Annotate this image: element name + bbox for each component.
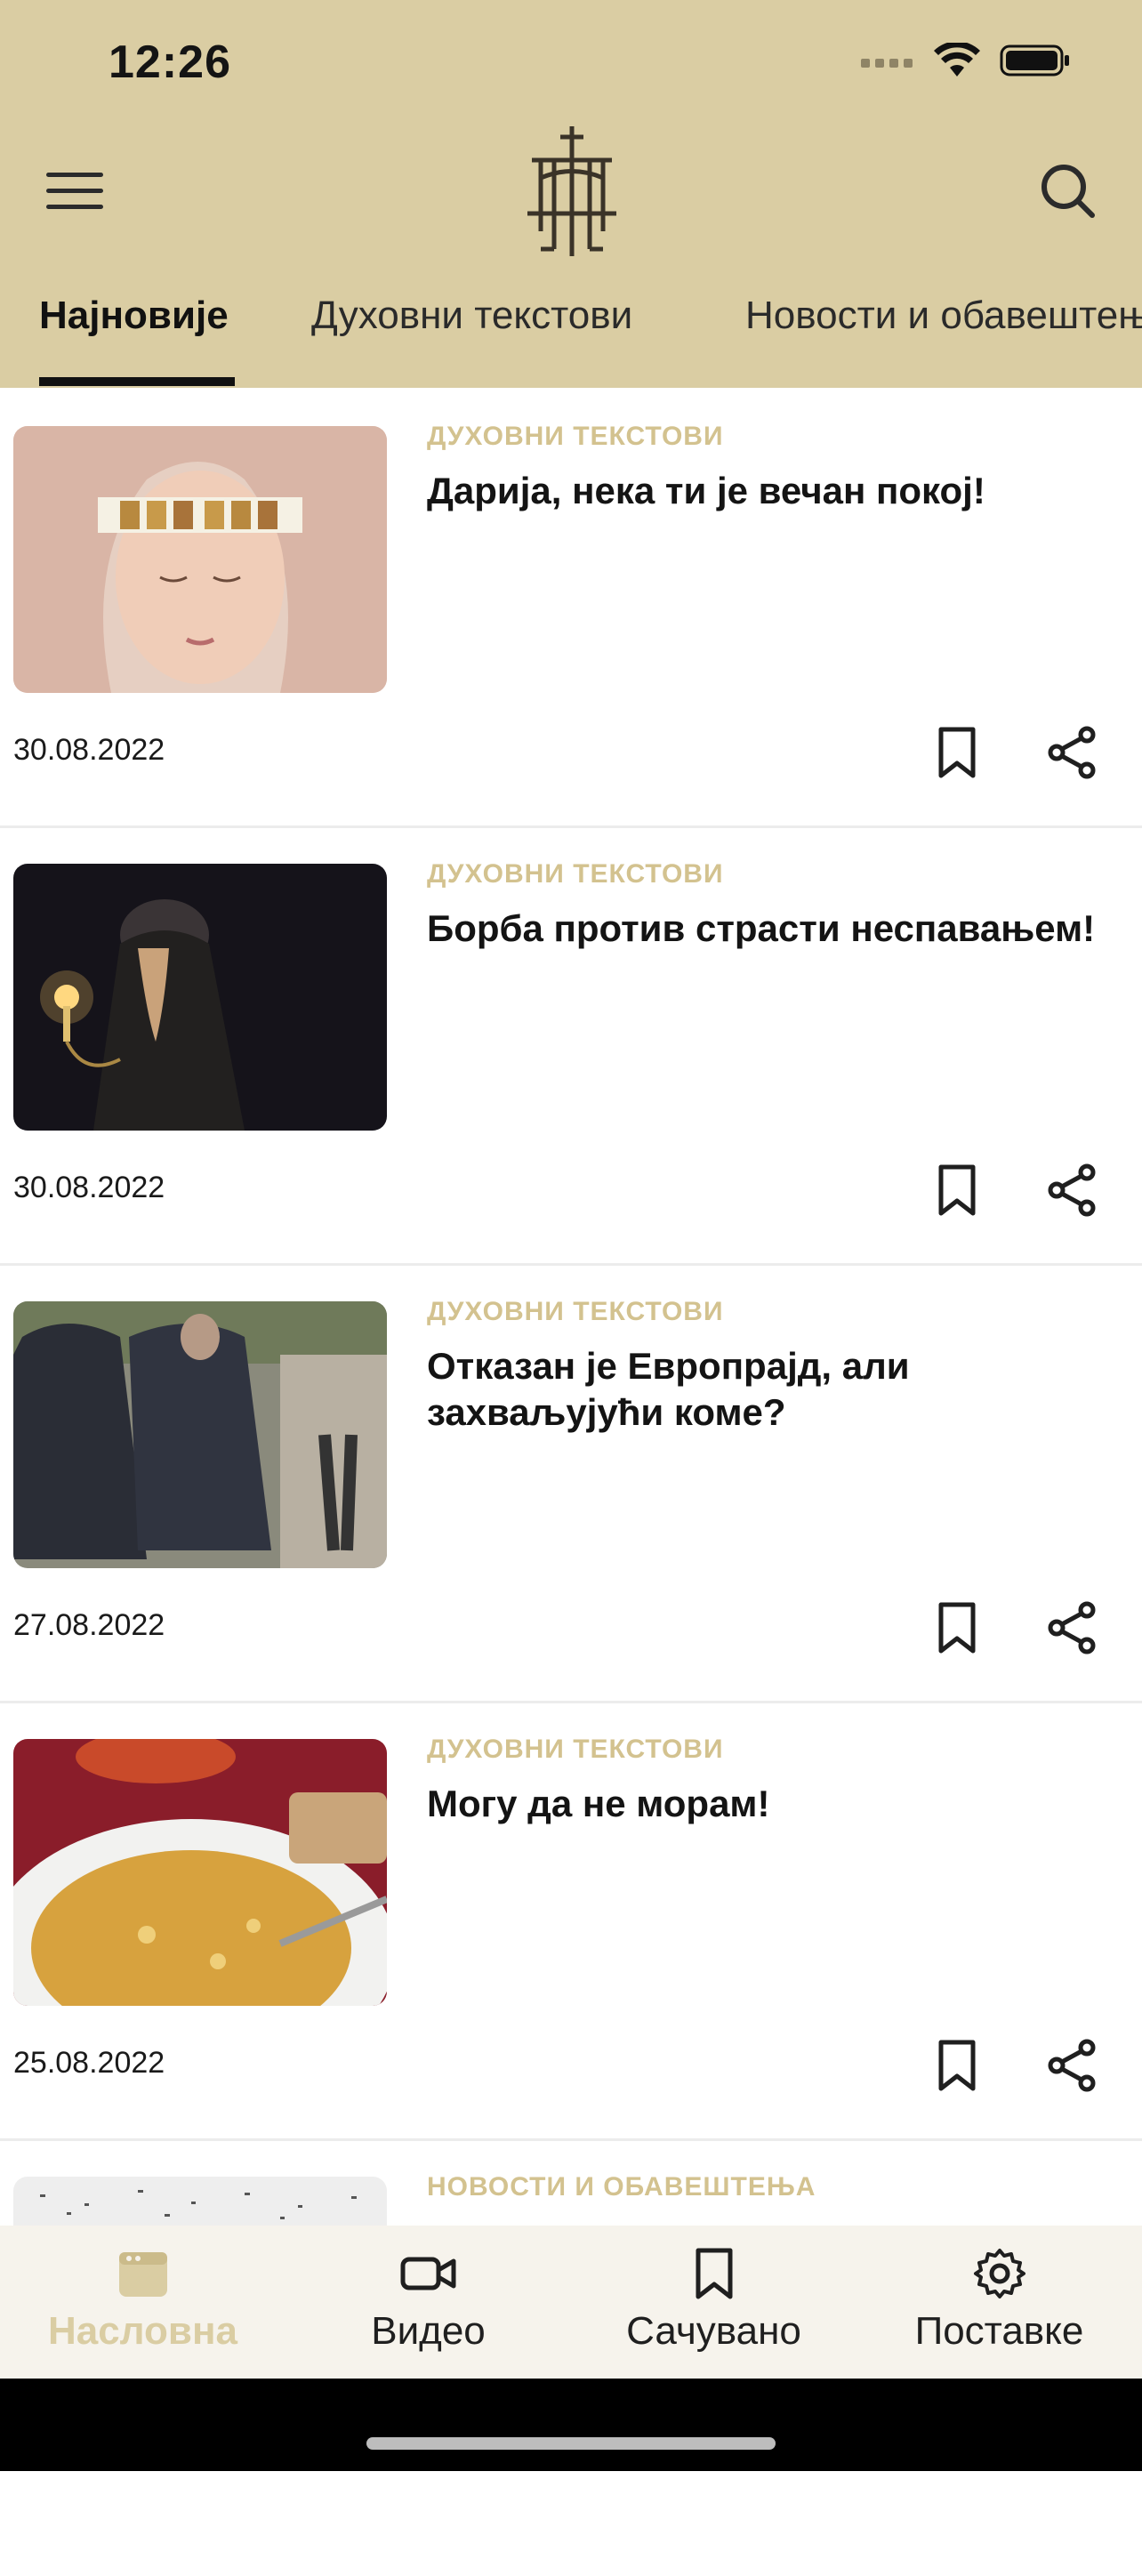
nav-label: Поставке [914, 2309, 1084, 2353]
share-icon[interactable] [1046, 1601, 1098, 1654]
share-icon[interactable] [1046, 2039, 1098, 2092]
article-category: ДУХОВНИ ТЕКСТОВИ [427, 422, 724, 451]
article-title[interactable]: Дарија, нека ти је вечан покој! [427, 468, 1103, 514]
nav-video[interactable]: Видео [286, 2247, 571, 2354]
home-icon [118, 2252, 167, 2297]
share-icon[interactable] [1046, 1163, 1098, 1217]
article-date: 25.08.2022 [13, 2046, 165, 2080]
status-time: 12:26 [109, 36, 231, 88]
article-date: 30.08.2022 [13, 1171, 165, 1204]
app-logo [527, 126, 616, 256]
status-icons [861, 43, 1071, 78]
share-icon[interactable] [1046, 726, 1098, 779]
nav-home[interactable]: Насловна [0, 2247, 286, 2354]
cellular-signal-icon [861, 59, 913, 68]
tab-spiritual-texts[interactable]: Духовни текстови [311, 294, 632, 338]
app-header: 12:26 Најновије Духовни текстови Новости… [0, 0, 1142, 388]
category-tabs: Најновије Духовни текстови Новости и оба… [0, 285, 1142, 388]
nav-label: Сачувано [626, 2309, 801, 2353]
video-icon [400, 2257, 455, 2290]
article-date: 30.08.2022 [13, 733, 165, 767]
article-title[interactable]: Отказан је Европрајд, али захваљујући ко… [427, 1343, 1103, 1436]
active-tab-indicator [39, 377, 235, 386]
article-category: НОВОСТИ И ОБАВЕШТЕЊА [427, 2172, 816, 2202]
article-card[interactable]: ДУХОВНИ ТЕКСТОВИ Дарија, нека ти је веча… [0, 388, 1142, 828]
article-card[interactable]: ДУХОВНИ ТЕКСТОВИ Борба против страсти не… [0, 825, 1142, 1266]
battery-icon [1000, 44, 1069, 76]
article-title[interactable]: Могу да не морам! [427, 1781, 1103, 1827]
gear-icon [973, 2249, 1025, 2298]
article-card[interactable]: ДУХОВНИ ТЕКСТОВИ Отказан је Европрајд, а… [0, 1263, 1142, 1703]
bookmark-icon [696, 2248, 732, 2299]
tab-news[interactable]: Новости и обавештења [745, 294, 1142, 338]
search-icon[interactable] [1037, 160, 1098, 221]
article-thumbnail[interactable] [13, 1739, 387, 2006]
article-title[interactable]: Борба против страсти неспавањем! [427, 906, 1103, 952]
menu-icon[interactable] [44, 169, 105, 213]
wifi-icon [934, 43, 980, 76]
article-category: ДУХОВНИ ТЕКСТОВИ [427, 1735, 724, 1764]
article-category: ДУХОВНИ ТЕКСТОВИ [427, 859, 724, 889]
home-indicator-area [0, 2379, 1142, 2471]
article-category: ДУХОВНИ ТЕКСТОВИ [427, 1297, 724, 1326]
nav-label: Видео [371, 2309, 486, 2353]
article-card[interactable]: ДУХОВНИ ТЕКСТОВИ Могу да не морам! 25.08… [0, 1701, 1142, 2141]
bottom-navigation: Насловна Видео Сачувано Поставке [0, 2226, 1142, 2379]
toolbar [0, 125, 1142, 258]
nav-settings[interactable]: Поставке [856, 2247, 1142, 2354]
tab-latest[interactable]: Најновије [39, 294, 229, 338]
home-indicator[interactable] [366, 2437, 776, 2450]
bookmark-icon[interactable] [934, 726, 980, 779]
article-thumbnail[interactable] [13, 1301, 387, 1568]
nav-label: Насловна [47, 2309, 238, 2353]
bookmark-icon[interactable] [934, 1601, 980, 1654]
article-thumbnail[interactable] [13, 426, 387, 693]
article-thumbnail[interactable] [13, 864, 387, 1131]
nav-saved[interactable]: Сачувано [571, 2247, 856, 2354]
article-date: 27.08.2022 [13, 1608, 165, 1642]
bookmark-icon[interactable] [934, 2039, 980, 2092]
bookmark-icon[interactable] [934, 1163, 980, 1217]
